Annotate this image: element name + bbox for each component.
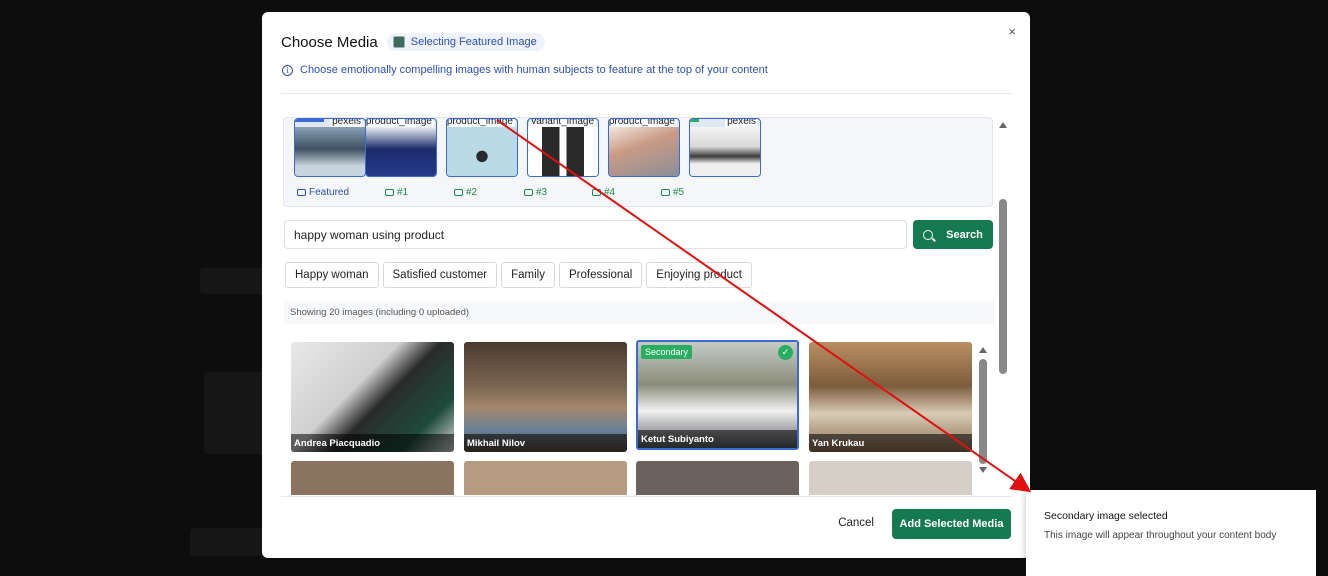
camera-icon <box>385 189 394 196</box>
bg-block <box>190 528 270 556</box>
tile-caption: Ketut Subiyanto <box>638 430 797 448</box>
camera-icon <box>524 189 533 196</box>
modal-title: Choose Media <box>281 33 378 51</box>
scrollbar-thumb[interactable] <box>979 359 987 464</box>
close-button[interactable]: × <box>1008 24 1016 39</box>
chip-family[interactable]: Family <box>501 262 555 288</box>
featured-label: Featured <box>297 187 349 198</box>
chip-professional[interactable]: Professional <box>559 262 643 288</box>
grid-scrollbar[interactable] <box>978 347 988 477</box>
selected-media-strip: pexels product_image product_image varia… <box>283 117 993 207</box>
thumb-source: variant_image <box>529 118 596 127</box>
image-tile[interactable] <box>291 461 454 495</box>
thumb-label: #4 <box>592 187 615 198</box>
thumb-label: #5 <box>661 187 684 198</box>
thumb-label: #2 <box>454 187 477 198</box>
search-input[interactable] <box>284 220 907 249</box>
bg-block <box>204 372 270 454</box>
suggestion-chips: Happy woman Satisfied customer Family Pr… <box>285 262 752 288</box>
chip-happy-woman[interactable]: Happy woman <box>285 262 379 288</box>
selected-thumb-2[interactable]: product_image <box>446 118 518 177</box>
choose-media-modal: Choose Media Selecting Featured Image i … <box>262 12 1030 558</box>
scroll-down-icon[interactable] <box>979 467 987 473</box>
modal-scrollbar[interactable] <box>998 117 1008 495</box>
thumb-source: product_image <box>608 118 677 127</box>
tile-caption: Mikhail Nilov <box>464 434 627 452</box>
image-tile[interactable]: Mikhail Nilov <box>464 342 627 452</box>
background-page <box>180 0 270 576</box>
selected-thumb-1[interactable]: product_image <box>365 118 437 177</box>
selecting-featured-pill: Selecting Featured Image <box>386 33 545 51</box>
image-tile[interactable]: Yan Krukau <box>809 342 972 452</box>
scroll-up-icon[interactable] <box>979 347 987 353</box>
scroll-up-icon[interactable] <box>999 122 1007 128</box>
image-tile[interactable]: Andrea Piacquadio <box>291 342 454 452</box>
info-row: i Choose emotionally compelling images w… <box>281 64 1011 76</box>
info-text: Choose emotionally compelling images wit… <box>300 64 768 76</box>
thumb-label: #3 <box>524 187 547 198</box>
cancel-button[interactable]: Cancel <box>838 517 874 529</box>
secondary-badge: Secondary <box>641 345 693 359</box>
image-tile[interactable] <box>636 461 799 495</box>
info-icon: i <box>282 64 293 76</box>
search-button[interactable]: Search <box>913 220 993 249</box>
camera-icon <box>592 189 601 196</box>
pill-label: Selecting Featured Image <box>410 36 537 48</box>
thumb-source: pexels <box>725 118 758 127</box>
chip-enjoying-product[interactable]: Enjoying product <box>646 262 752 288</box>
thumb-source: product_image <box>365 118 434 127</box>
image-tile[interactable] <box>809 461 972 495</box>
bg-block <box>200 268 270 294</box>
modal-footer: Cancel Add Selected Media <box>281 496 1011 558</box>
camera-icon <box>661 189 670 196</box>
selected-thumb-4[interactable]: product_image <box>608 118 680 177</box>
thumb-source: product_image <box>446 118 515 127</box>
selected-thumb-3[interactable]: variant_image <box>527 118 599 177</box>
chip-satisfied-customer[interactable]: Satisfied customer <box>382 262 498 288</box>
showing-count: Showing 20 images (including 0 uploaded) <box>284 301 994 324</box>
camera-icon <box>454 189 463 196</box>
selected-thumb-featured[interactable]: pexels <box>294 118 366 177</box>
search-icon <box>923 229 934 240</box>
modal-header: Choose Media Selecting Featured Image i … <box>281 32 1011 94</box>
toast-message: This image will appear throughout your c… <box>1044 530 1277 541</box>
toast-notification: Secondary image selected This image will… <box>1026 490 1316 576</box>
selected-thumb-5[interactable]: pexels <box>689 118 761 177</box>
toast-title: Secondary image selected <box>1044 510 1168 522</box>
modal-body: pexels product_image product_image varia… <box>281 117 1010 495</box>
image-tile[interactable] <box>464 461 627 495</box>
tile-caption: Yan Krukau <box>809 434 972 452</box>
image-icon <box>392 36 405 48</box>
thumb-label: #1 <box>385 187 408 198</box>
image-tile-selected[interactable]: Secondary ✓ Ketut Subiyanto <box>636 340 799 450</box>
scrollbar-thumb[interactable] <box>999 199 1007 374</box>
thumb-source: pexels <box>330 118 363 127</box>
add-selected-media-button[interactable]: Add Selected Media <box>892 509 1011 539</box>
check-icon: ✓ <box>778 345 793 360</box>
tile-caption: Andrea Piacquadio <box>291 434 454 452</box>
image-icon <box>297 189 306 196</box>
